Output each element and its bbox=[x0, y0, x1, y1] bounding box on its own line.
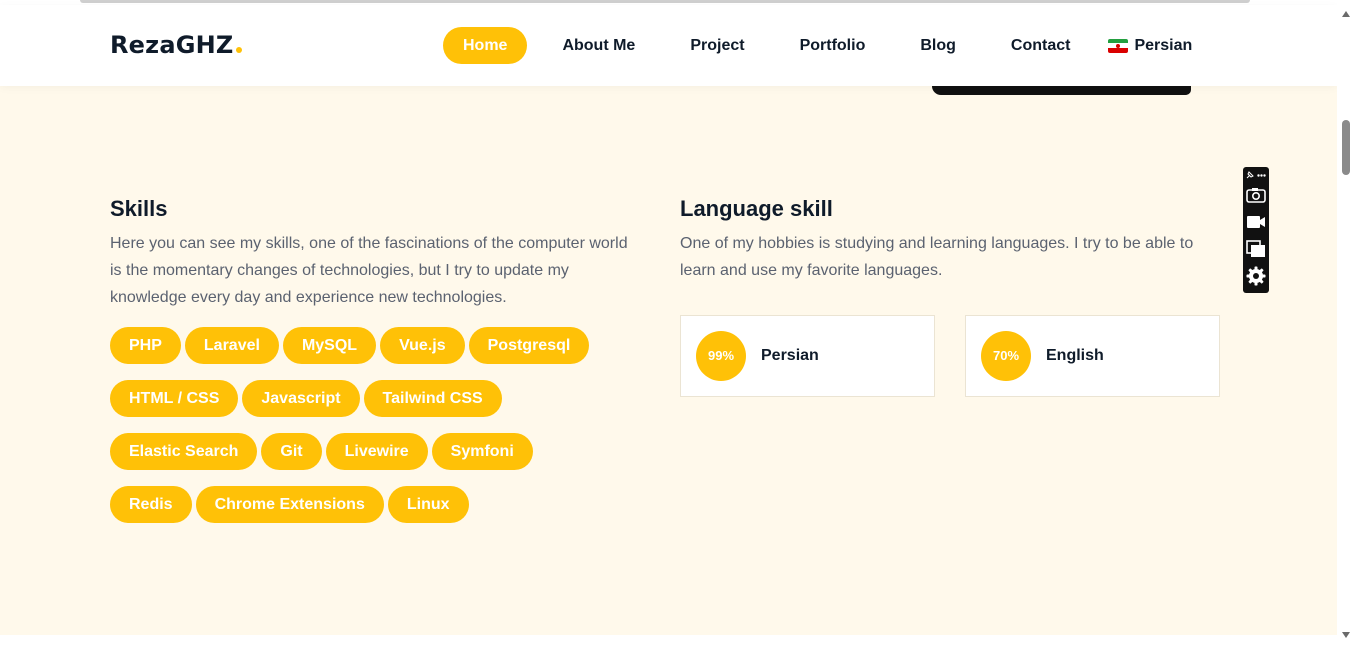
skill-tag: Git bbox=[261, 433, 322, 470]
language-name: English bbox=[1046, 347, 1104, 364]
site-logo[interactable]: RezaGHZ bbox=[110, 31, 242, 59]
language-skill-title: Language skill bbox=[680, 196, 833, 221]
camera-icon bbox=[1246, 188, 1266, 203]
iran-flag-icon bbox=[1108, 38, 1129, 53]
settings-button[interactable] bbox=[1246, 266, 1266, 286]
skill-tag: HTML / CSS bbox=[110, 380, 239, 417]
video-button[interactable] bbox=[1246, 212, 1266, 232]
language-card: 99% Persian bbox=[680, 315, 935, 397]
camera-button[interactable] bbox=[1246, 185, 1266, 205]
language-switch-label: Persian bbox=[1134, 37, 1193, 54]
skill-tag: Javascript bbox=[242, 380, 360, 417]
skill-tag: MySQL bbox=[282, 327, 377, 364]
language-skill-description: One of my hobbies is studying and learni… bbox=[680, 235, 1194, 279]
skill-tag: Redis bbox=[110, 486, 192, 523]
video-icon bbox=[1247, 216, 1265, 228]
copy-button[interactable] bbox=[1246, 239, 1266, 259]
skill-tag: Postgresql bbox=[468, 327, 590, 364]
toolbar-top-row bbox=[1246, 169, 1266, 181]
settings-icon bbox=[1246, 266, 1266, 286]
floating-capture-toolbar bbox=[1243, 167, 1269, 293]
more-icon[interactable] bbox=[1257, 173, 1266, 177]
skill-tag: Laravel bbox=[184, 327, 279, 364]
logo-dot-icon bbox=[235, 47, 242, 53]
scrollbar-thumb[interactable] bbox=[1342, 120, 1350, 175]
skill-tags: PHP Laravel MySQL Vue.js Postgresql HTML… bbox=[110, 327, 630, 539]
logo-text: RezaGHZ bbox=[110, 31, 234, 59]
scroll-down-arrow-icon[interactable] bbox=[1342, 632, 1350, 638]
skills-description: Here you can see my skills, one of the f… bbox=[110, 235, 628, 306]
language-name: Persian bbox=[761, 347, 819, 364]
copy-icon bbox=[1246, 240, 1265, 257]
nav-about-me[interactable]: About Me bbox=[562, 27, 635, 64]
nav-contact[interactable]: Contact bbox=[1011, 27, 1071, 64]
skill-tag: Linux bbox=[387, 486, 469, 523]
language-percent-badge: 70% bbox=[981, 331, 1031, 381]
pin-icon[interactable] bbox=[1246, 171, 1254, 179]
skills-title: Skills bbox=[110, 196, 168, 221]
main-nav: Home About Me Project Portfolio Blog Con… bbox=[443, 27, 1192, 64]
language-switch[interactable]: Persian bbox=[1108, 27, 1192, 64]
page-scrollbar[interactable] bbox=[1337, 0, 1355, 647]
nav-blog[interactable]: Blog bbox=[920, 27, 956, 64]
skill-tag: Livewire bbox=[325, 433, 428, 470]
skill-tag: Symfoni bbox=[431, 433, 533, 470]
language-percent-badge: 99% bbox=[696, 331, 746, 381]
nav-portfolio[interactable]: Portfolio bbox=[800, 27, 866, 64]
nav-home[interactable]: Home bbox=[443, 27, 528, 64]
site-header: RezaGHZ Home About Me Project Portfolio … bbox=[0, 5, 1337, 86]
browser-top-strip bbox=[80, 0, 1250, 3]
skill-tag: Vue.js bbox=[380, 327, 465, 364]
nav-project[interactable]: Project bbox=[690, 27, 744, 64]
browser-viewport: RezaGHZ Home About Me Project Portfolio … bbox=[0, 0, 1337, 647]
language-card: 70% English bbox=[965, 315, 1220, 397]
scroll-up-arrow-icon[interactable] bbox=[1342, 11, 1350, 17]
hero-image-edge bbox=[932, 86, 1191, 95]
skill-tag: Chrome Extensions bbox=[195, 486, 384, 523]
skills-section: Skills Here you can see my skills, one o… bbox=[0, 86, 1337, 635]
skill-tag: Elastic Search bbox=[110, 433, 258, 470]
skill-tag: Tailwind CSS bbox=[363, 380, 502, 417]
skill-tag: PHP bbox=[110, 327, 181, 364]
